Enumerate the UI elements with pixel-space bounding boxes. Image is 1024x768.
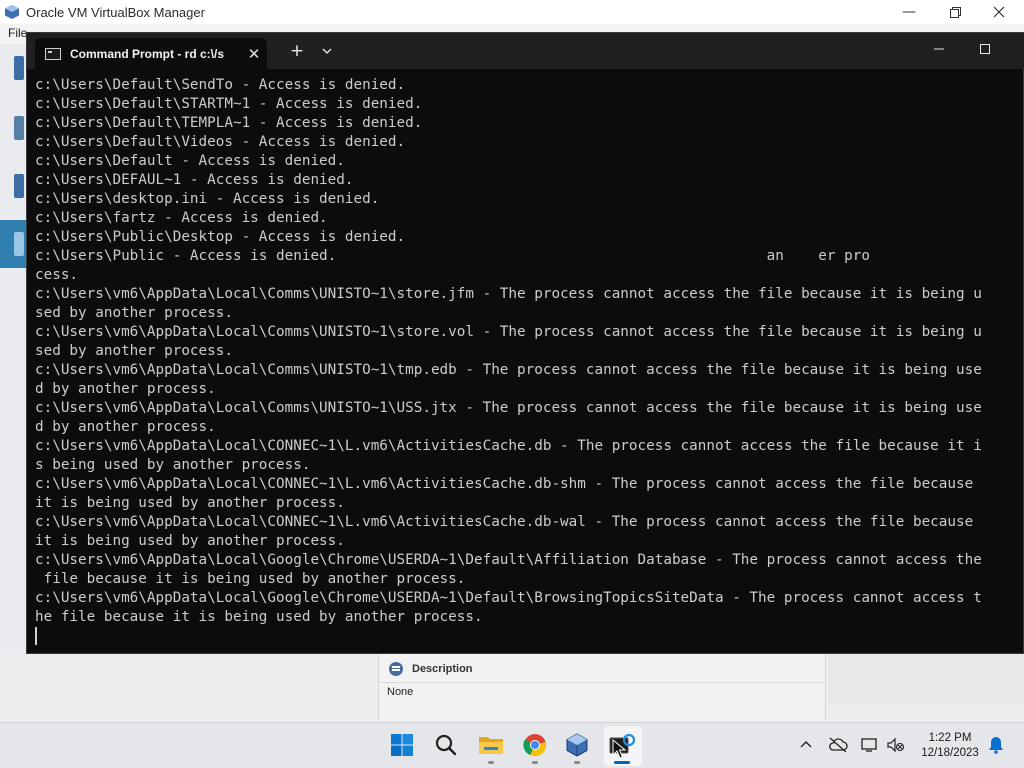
- terminal-tab-title: Command Prompt - rd c:\/s: [70, 46, 225, 61]
- vbox-tools-sidebar: [0, 44, 26, 654]
- terminal-line: c:\Users\desktop.ini - Access is denied.: [35, 191, 380, 207]
- cmd-icon: [45, 47, 61, 60]
- chrome-icon[interactable]: [521, 731, 549, 759]
- volume-muted-icon[interactable]: [886, 735, 906, 755]
- vbox-description-panel: Description None: [378, 654, 826, 720]
- terminal-line: c:\Users\DEFAUL~1 - Access is denied.: [35, 172, 354, 188]
- description-value: None: [387, 686, 414, 698]
- windows-start-icon[interactable]: [388, 731, 416, 759]
- description-title[interactable]: Description: [412, 663, 473, 675]
- vbox-titlebar: Oracle VM VirtualBox Manager —: [0, 0, 1024, 24]
- terminal-line: sed by another process.: [35, 305, 233, 321]
- text-cursor: [35, 627, 37, 645]
- terminal-line: c:\Users\Default\TEMPLA~1 - Access is de…: [35, 115, 423, 131]
- divider: [379, 682, 825, 683]
- terminal-output[interactable]: c:\Users\Default\SendTo - Access is deni…: [35, 76, 1023, 651]
- search-icon[interactable]: [432, 731, 460, 759]
- terminal-line: c:\Users\vm6\AppData\Local\CONNEC~1\L.vm…: [35, 476, 974, 492]
- terminal-line: c:\Users\vm6\AppData\Local\Comms\UNISTO~…: [35, 362, 982, 378]
- terminal-line: c:\Users\Public - Access is denied. an e…: [35, 248, 870, 264]
- terminal-line: c:\Users\vm6\AppData\Local\Comms\UNISTO~…: [35, 400, 982, 416]
- terminal-lines: c:\Users\Default\SendTo - Access is deni…: [35, 76, 1023, 627]
- vbox-side-panel: [828, 654, 1024, 704]
- terminal-line: c:\Users\vm6\AppData\Local\Comms\UNISTO~…: [35, 286, 982, 302]
- vbox-maximize-button[interactable]: [932, 0, 978, 24]
- notification-bell-icon[interactable]: [986, 735, 1006, 755]
- terminal-line: cess.: [35, 267, 79, 283]
- network-icon[interactable]: [860, 735, 880, 755]
- terminal-line: s being used by another process.: [35, 457, 311, 473]
- vbox-close-button[interactable]: [976, 0, 1022, 24]
- terminal-line: c:\Users\vm6\AppData\Local\Google\Chrome…: [35, 552, 982, 568]
- running-indicator: [574, 761, 580, 764]
- terminal-minimize-button[interactable]: [916, 33, 962, 65]
- description-icon: [389, 662, 403, 676]
- command-prompt-window[interactable]: Command Prompt - rd c:\/s ✕ + c:\Users\D…: [26, 32, 1024, 654]
- terminal-line: he file because it is being used by anot…: [35, 609, 483, 625]
- cloud-offline-icon[interactable]: [828, 735, 848, 755]
- terminal-maximize-button[interactable]: [962, 33, 1008, 65]
- running-indicator: [488, 761, 494, 764]
- vbox-minimize-button[interactable]: —: [886, 0, 932, 24]
- terminal-line: c:\Users\fartz - Access is denied.: [35, 210, 328, 226]
- vbox-tool-item-selected[interactable]: [0, 220, 26, 268]
- terminal-tab-bar: Command Prompt - rd c:\/s ✕ +: [27, 33, 1024, 69]
- running-indicator: [532, 761, 538, 764]
- chevron-up-icon[interactable]: [796, 735, 816, 755]
- tab-close-icon[interactable]: ✕: [246, 45, 262, 63]
- chevron-down-icon[interactable]: [317, 41, 337, 61]
- virtualbox-logo-icon: [4, 4, 20, 20]
- system-clock[interactable]: 1:22 PM 12/18/2023: [914, 731, 986, 761]
- terminal-line: c:\Users\vm6\AppData\Local\CONNEC~1\L.vm…: [35, 514, 974, 530]
- clock-time: 1:22 PM: [928, 732, 972, 744]
- vbox-window-title: Oracle VM VirtualBox Manager: [26, 4, 205, 20]
- taskbar: 1:22 PM 12/18/2023: [0, 722, 1024, 768]
- clock-date: 12/18/2023: [921, 747, 979, 759]
- terminal-line: d by another process.: [35, 381, 216, 397]
- file-explorer-icon[interactable]: [477, 731, 505, 759]
- new-tab-button[interactable]: +: [287, 41, 307, 61]
- vbox-tool-item[interactable]: [0, 104, 26, 152]
- terminal-line: c:\Users\Public\Desktop - Access is deni…: [35, 229, 406, 245]
- virtualbox-icon[interactable]: [563, 731, 591, 759]
- terminal-line: file because it is being used by another…: [35, 571, 466, 587]
- vbox-tool-item[interactable]: [0, 162, 26, 210]
- terminal-tab[interactable]: Command Prompt - rd c:\/s ✕: [35, 38, 267, 69]
- terminal-line: c:\Users\Default - Access is denied.: [35, 153, 345, 169]
- terminal-line: d by another process.: [35, 419, 216, 435]
- terminal-line: c:\Users\Default\Videos - Access is deni…: [35, 134, 406, 150]
- terminal-line: sed by another process.: [35, 343, 233, 359]
- terminal-line: it is being used by another process.: [35, 533, 345, 549]
- mouse-pointer-icon: [611, 739, 627, 759]
- terminal-line: c:\Users\Default\SendTo - Access is deni…: [35, 77, 406, 93]
- active-indicator: [614, 761, 630, 764]
- terminal-line: c:\Users\Default\STARTM~1 - Access is de…: [35, 96, 423, 112]
- terminal-line: c:\Users\vm6\AppData\Local\CONNEC~1\L.vm…: [35, 438, 982, 454]
- terminal-line: c:\Users\vm6\AppData\Local\Google\Chrome…: [35, 590, 982, 606]
- vbox-tool-item[interactable]: [0, 44, 26, 92]
- terminal-line: c:\Users\vm6\AppData\Local\Comms\UNISTO~…: [35, 324, 982, 340]
- terminal-line: it is being used by another process.: [35, 495, 345, 511]
